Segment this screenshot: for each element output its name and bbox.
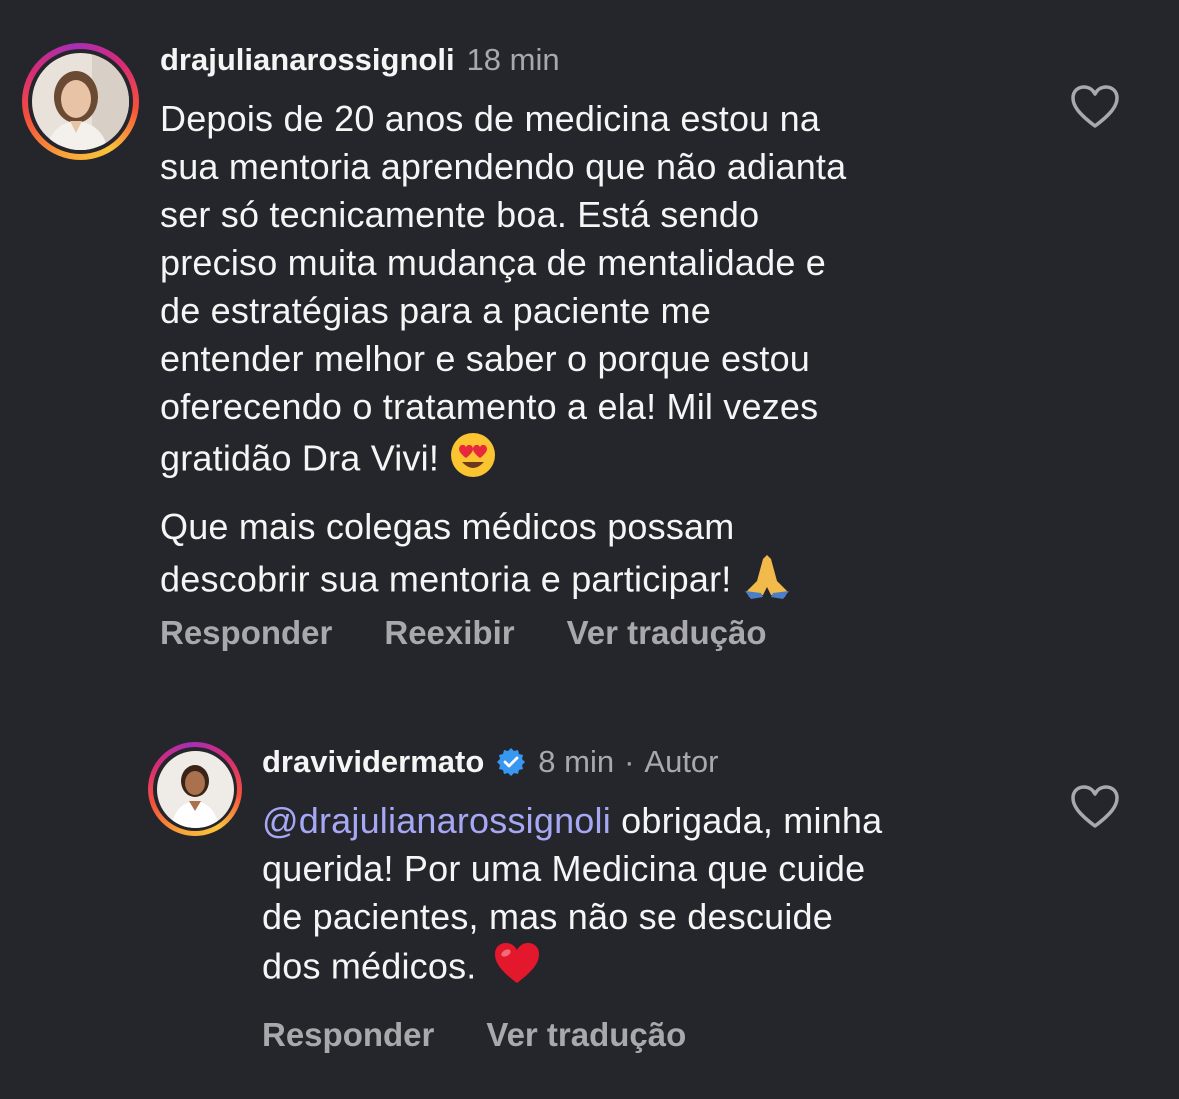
translate-button[interactable]: Ver tradução: [567, 614, 767, 652]
comment-text-line: querida! Por uma Medicina que cuide: [262, 848, 866, 889]
avatar: [156, 750, 234, 828]
praying-hands-emoji: [741, 551, 793, 613]
red-heart-emoji: [493, 941, 541, 997]
heart-eyes-emoji: [449, 431, 497, 491]
comment-text-line: entender melhor e saber o porque estou: [160, 338, 811, 379]
reply-button[interactable]: Responder: [160, 614, 332, 652]
comment-timestamp: 8 min: [538, 744, 615, 779]
reply-button[interactable]: Responder: [262, 1016, 434, 1054]
comment-text-line: dos médicos.: [262, 945, 477, 987]
comment-text-line: de pacientes, mas não se descuide: [262, 896, 833, 937]
comment-timestamp: 18 min: [466, 42, 560, 77]
mention-link[interactable]: @drajulianarossignoli: [262, 800, 611, 841]
comment-actions: Responder Reexibir Ver tradução: [160, 614, 819, 652]
comment-text-line-with-emoji: gratidão Dra Vivi!: [160, 431, 1040, 491]
heart-outline-icon[interactable]: [1070, 784, 1120, 830]
meta-separator: ·: [624, 744, 635, 779]
translate-button[interactable]: Ver tradução: [486, 1016, 686, 1054]
comment-text-line: ser só tecnicamente boa. Está sendo: [160, 194, 760, 235]
author-label: Autor: [644, 744, 719, 779]
comment-username[interactable]: dravividermato: [262, 744, 484, 780]
avatar-story-ring[interactable]: [22, 43, 139, 160]
comment-text-line: Que mais colegas médicos possam: [160, 506, 735, 547]
comment-text-line: gratidão Dra Vivi!: [160, 437, 440, 479]
comment-text-fragment: obrigada, minha: [610, 800, 883, 841]
avatar-story-ring[interactable]: [148, 742, 242, 836]
comment-text-line: de estratégias para a paciente me: [160, 290, 711, 331]
comment-text-line: @drajulianarossignoli obrigada, minha: [262, 797, 1062, 845]
verified-badge-icon: [496, 747, 526, 777]
comment-username[interactable]: drajulianarossignoli: [160, 42, 455, 78]
comment-text-line: preciso muita mudança de mentalidade e: [160, 242, 826, 283]
avatar: [32, 53, 129, 150]
comment-text: Depois de 20 anos de medicina estou na s…: [160, 95, 1040, 613]
comment-text-line: sua mentoria aprendendo que não adianta: [160, 146, 847, 187]
comment-text-line: oferecendo o tratamento a ela! Mil vezes: [160, 386, 819, 427]
comment-text-line-with-emoji: dos médicos.: [262, 941, 1062, 997]
comment-text-line: Depois de 20 anos de medicina estou na: [160, 98, 821, 139]
comment-text: @drajulianarossignoli obrigada, minha qu…: [262, 797, 1062, 997]
show-hidden-button[interactable]: Reexibir: [384, 614, 514, 652]
heart-outline-icon[interactable]: [1070, 84, 1120, 130]
comment-text-line-with-emoji: descobrir sua mentoria e participar!: [160, 551, 1040, 613]
comment-actions: Responder Ver tradução: [262, 1016, 738, 1054]
comment-text-line: descobrir sua mentoria e participar!: [160, 558, 732, 600]
